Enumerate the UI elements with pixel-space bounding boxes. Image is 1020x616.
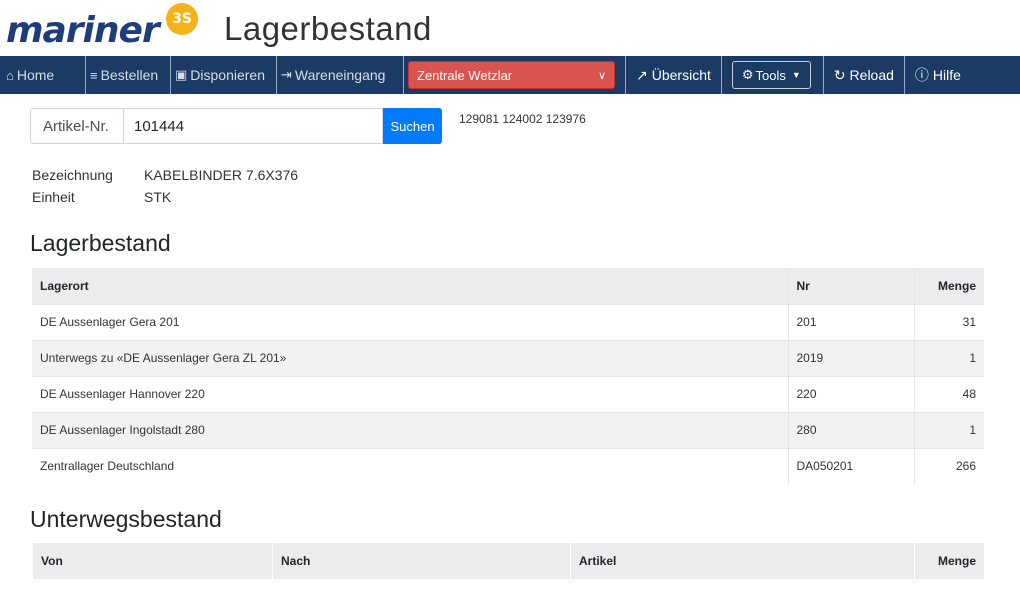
list-icon: ≡	[90, 67, 98, 83]
nav-home[interactable]: ⌂ Home	[0, 56, 86, 94]
recent-article-numbers[interactable]: 129081 124002 123976	[459, 112, 586, 126]
line-chart-icon: ↗	[636, 66, 648, 83]
nav-disponieren[interactable]: ▣ Disponieren	[171, 56, 277, 94]
gear-icon: ⚙	[741, 67, 754, 82]
table-row[interactable]: Unterwegs zu «DE Aussenlager Gera ZL 201…	[32, 339, 984, 376]
table-row[interactable]: DE Aussenlager Ingolstadt 280 280 1	[32, 411, 984, 448]
article-details: Bezeichnung KABELBINDER 7.6X376 Einheit …	[32, 164, 298, 208]
caret-down-icon: ▼	[791, 70, 801, 80]
column-header-menge[interactable]: Menge	[913, 268, 984, 304]
nav-bestellen-label: Bestellen	[100, 67, 159, 83]
cell-nr: 2019	[787, 339, 914, 376]
logo-badge-icon: 3S	[166, 3, 198, 35]
cell-lagerort: Unterwegs zu «DE Aussenlager Gera ZL 201…	[32, 339, 788, 376]
cell-menge: 266	[913, 447, 984, 484]
table-row[interactable]: Zentrallager Deutschland DA050201 266	[32, 447, 984, 484]
article-number-label: Artikel-Nr.	[30, 108, 123, 144]
search-button[interactable]: Suchen	[383, 108, 442, 144]
article-number-input[interactable]	[123, 108, 383, 144]
cell-menge: 48	[913, 375, 984, 412]
cell-nr: 220	[787, 375, 914, 412]
column-header-artikel[interactable]: Artikel	[570, 543, 914, 579]
column-header-menge[interactable]: Menge	[913, 543, 984, 579]
cell-lagerort: DE Aussenlager Gera 201	[32, 303, 788, 340]
cart-icon: ▣	[175, 67, 188, 82]
nav-hilfe-label: Hilfe	[932, 67, 961, 83]
cell-nr: 280	[787, 411, 914, 448]
cell-nr: DA050201	[787, 447, 914, 484]
nav-tools-wrap: ⚙ Tools ▼	[720, 56, 823, 94]
app-header: mariner 3S Lagerbestand	[0, 0, 1020, 56]
table-row[interactable]: DE Aussenlager Hannover 220 220 48	[32, 375, 984, 412]
page-title: Lagerbestand	[224, 10, 432, 47]
detail-key: Einheit	[32, 189, 75, 205]
nav-wareneingang[interactable]: ⇥ Wareneingang	[277, 56, 404, 94]
reload-icon: ↻	[833, 66, 846, 83]
detail-key: Bezeichnung	[32, 167, 113, 183]
branch-select-value: Zentrale Wetzlar	[417, 67, 513, 83]
cell-menge: 1	[913, 411, 984, 448]
nav-home-label: Home	[16, 67, 55, 83]
chevron-down-icon: ∨	[597, 69, 606, 82]
branch-select[interactable]: Zentrale Wetzlar ∨	[408, 61, 615, 89]
cell-menge: 31	[913, 303, 984, 340]
tools-label: Tools	[755, 67, 786, 83]
column-header-nr[interactable]: Nr	[787, 268, 914, 304]
article-search: Artikel-Nr. Suchen	[30, 108, 442, 144]
cell-menge: 1	[913, 339, 984, 376]
column-header-von[interactable]: Von	[32, 543, 273, 579]
cell-nr: 201	[787, 303, 914, 340]
detail-row: Einheit STK	[32, 186, 298, 208]
unterwegsbestand-table: Von Nach Artikel Menge	[32, 543, 984, 579]
nav-reload[interactable]: ↻ Reload	[822, 56, 904, 94]
home-icon: ⌂	[6, 67, 14, 83]
tools-dropdown-button[interactable]: ⚙ Tools ▼	[731, 61, 811, 89]
cell-lagerort: DE Aussenlager Hannover 220	[32, 375, 788, 412]
mariner-logo[interactable]: mariner	[6, 10, 160, 51]
detail-value: KABELBINDER 7.6X376	[144, 167, 299, 183]
nav-reload-label: Reload	[849, 67, 894, 83]
help-icon: ⓘ	[914, 67, 929, 83]
main-navbar: ⌂ Home ≡ Bestellen ▣ Disponieren ⇥ Waren…	[0, 56, 1020, 94]
table-row[interactable]: DE Aussenlager Gera 201 201 31	[32, 303, 984, 340]
unterwegsbestand-heading: Unterwegsbestand	[30, 506, 222, 532]
sign-in-icon: ⇥	[281, 67, 292, 82]
nav-uebersicht-label: Übersicht	[651, 67, 711, 83]
lagerbestand-heading: Lagerbestand	[30, 230, 171, 256]
table-header-row: Von Nach Artikel Menge	[32, 543, 984, 579]
column-header-nach[interactable]: Nach	[272, 543, 571, 579]
cell-lagerort: Zentrallager Deutschland	[32, 447, 788, 484]
column-header-lagerort[interactable]: Lagerort	[32, 268, 788, 304]
detail-value: STK	[144, 189, 172, 205]
nav-disponieren-label: Disponieren	[190, 67, 266, 83]
nav-uebersicht[interactable]: ↗ Übersicht	[625, 56, 721, 94]
nav-hilfe[interactable]: ⓘ Hilfe	[903, 56, 971, 94]
nav-wareneingang-label: Wareneingang	[294, 67, 386, 83]
detail-row: Bezeichnung KABELBINDER 7.6X376	[32, 164, 298, 186]
table-header-row: Lagerort Nr Menge	[32, 268, 984, 304]
nav-bestellen[interactable]: ≡ Bestellen	[86, 56, 171, 94]
cell-lagerort: DE Aussenlager Ingolstadt 280	[32, 411, 788, 448]
lagerbestand-table: Lagerort Nr Menge DE Aussenlager Gera 20…	[32, 268, 984, 484]
